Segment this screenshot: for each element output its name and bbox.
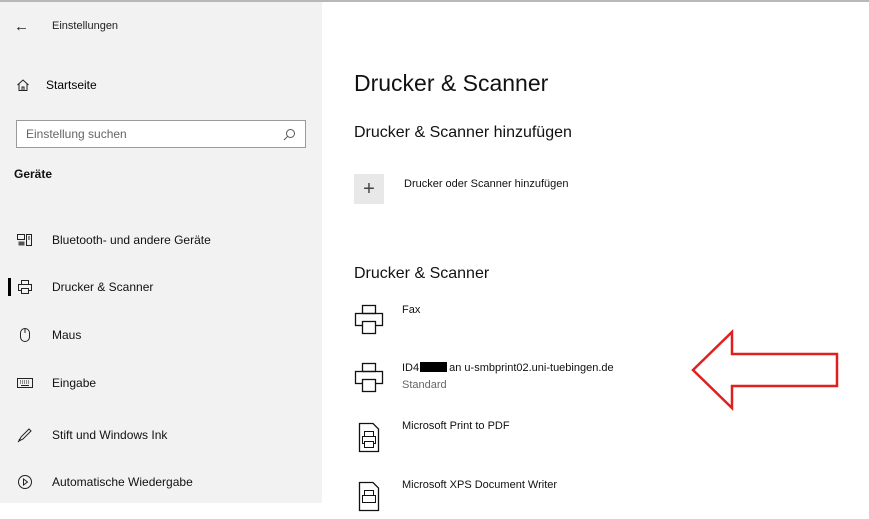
sidebar-item-bluetooth[interactable]: Bluetooth- und andere Geräte <box>0 225 322 255</box>
printer-item-pdf[interactable]: Microsoft Print to PDF <box>354 420 834 460</box>
annotation-arrow-icon <box>691 329 839 411</box>
sidebar-item-input[interactable]: Eingabe <box>0 368 322 398</box>
printer-icon <box>354 362 384 393</box>
redaction-block <box>420 362 448 372</box>
printer-name: ID4 an u-smbprint02.uni-tuebingen.de <box>402 362 614 374</box>
sidebar-item-label: Drucker & Scanner <box>52 280 154 294</box>
section-label-devices: Geräte <box>14 167 53 181</box>
printer-status: Standard <box>402 379 447 391</box>
pen-icon <box>16 426 34 444</box>
sidebar-item-label: Maus <box>52 328 82 342</box>
search-input[interactable] <box>26 127 283 141</box>
printer-icon <box>354 304 384 335</box>
home-label: Startseite <box>46 78 97 92</box>
add-section-heading: Drucker & Scanner hinzufügen <box>354 124 572 141</box>
keyboard-icon <box>16 374 34 392</box>
sidebar-item-label: Stift und Windows Ink <box>52 428 168 442</box>
settings-window: ← Einstellungen Startseite Geräte <box>0 0 869 512</box>
search-box[interactable] <box>16 120 306 148</box>
add-printer-label[interactable]: Drucker oder Scanner hinzufügen <box>404 178 568 190</box>
sidebar-item-mouse[interactable]: Maus <box>0 320 322 350</box>
document-printer-icon <box>358 422 380 453</box>
printer-name: Microsoft XPS Document Writer <box>402 479 558 491</box>
printer-name-suffix: an u-smbprint02.uni-tuebingen.de <box>449 362 614 374</box>
printer-name: Fax <box>402 304 421 316</box>
sidebar-item-home[interactable]: Startseite <box>16 78 97 92</box>
printer-icon <box>16 278 34 296</box>
sidebar-item-printers[interactable]: Drucker & Scanner <box>0 272 322 302</box>
sidebar: ← Einstellungen Startseite Geräte <box>0 2 322 503</box>
sidebar-item-label: Automatische Wiedergabe <box>52 475 193 489</box>
printer-name: Microsoft Print to PDF <box>402 420 510 432</box>
main-content: Drucker & Scanner Drucker & Scanner hinz… <box>322 2 869 512</box>
mouse-icon <box>16 326 34 344</box>
printer-name-prefix: ID4 <box>402 362 420 374</box>
sidebar-item-label: Eingabe <box>52 376 97 390</box>
title-bar: ← Einstellungen <box>14 16 118 36</box>
back-arrow-icon[interactable]: ← <box>14 18 36 35</box>
sidebar-item-autoplay[interactable]: Automatische Wiedergabe <box>0 467 322 497</box>
document-printer-icon <box>358 481 380 512</box>
sidebar-item-pen[interactable]: Stift und Windows Ink <box>0 420 322 450</box>
search-icon[interactable] <box>283 128 296 141</box>
printer-item-xps[interactable]: Microsoft XPS Document Writer <box>354 479 834 519</box>
autoplay-icon <box>16 473 34 491</box>
bluetooth-devices-icon <box>16 231 34 249</box>
sidebar-item-label: Bluetooth- und andere Geräte <box>52 233 211 247</box>
page-title: Drucker & Scanner <box>354 70 549 96</box>
app-title: Einstellungen <box>52 20 119 32</box>
home-icon <box>17 79 29 91</box>
active-indicator <box>8 278 11 296</box>
printers-list-heading: Drucker & Scanner <box>354 265 490 282</box>
plus-icon[interactable]: + <box>354 174 384 204</box>
